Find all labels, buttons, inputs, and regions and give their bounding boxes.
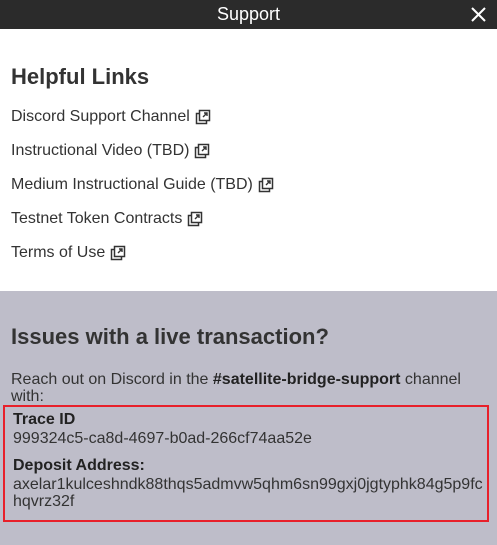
- link-label: Terms of Use: [11, 244, 106, 261]
- helpful-links-section: Helpful Links Discord Support Channel In…: [0, 29, 497, 291]
- support-dialog: Support Helpful Links Discord Support Ch…: [0, 0, 497, 545]
- trace-id-value: 999324c5-ca8d-4697-b0ad-266cf74aa52e: [13, 430, 312, 447]
- transaction-info-box: Trace ID 999324c5-ca8d-4697-b0ad-266cf74…: [3, 405, 489, 522]
- issues-section: Issues with a live transaction? Reach ou…: [0, 291, 497, 545]
- link-terms-of-use[interactable]: Terms of Use: [11, 242, 126, 264]
- close-icon[interactable]: [469, 5, 488, 24]
- discord-channel-name: #satellite-bridge-support: [212, 371, 401, 388]
- link-discord-support[interactable]: Discord Support Channel: [11, 106, 211, 128]
- titlebar: Support: [0, 0, 497, 29]
- external-link-icon: [188, 211, 203, 227]
- dialog-title: Support: [216, 4, 281, 24]
- link-instructional-video[interactable]: Instructional Video (TBD): [11, 140, 210, 162]
- link-label: Instructional Video (TBD): [11, 142, 190, 159]
- helpful-links-heading: Helpful Links: [11, 64, 150, 89]
- issues-heading: Issues with a live transaction?: [11, 324, 329, 349]
- external-link-icon: [195, 109, 211, 125]
- external-link-icon: [258, 177, 274, 193]
- link-label: Medium Instructional Guide (TBD): [11, 176, 253, 193]
- external-link-icon: [195, 143, 210, 159]
- link-label: Discord Support Channel: [11, 108, 190, 125]
- link-label: Testnet Token Contracts: [11, 210, 183, 227]
- reach-prefix: Reach out on Discord in the: [11, 371, 213, 388]
- reach-out-text: Reach out on Discord in the #satellite-b…: [11, 371, 481, 405]
- deposit-address-line-2: hqvrz32f: [13, 493, 75, 510]
- deposit-address-label: Deposit Address:: [13, 457, 145, 474]
- link-medium-guide[interactable]: Medium Instructional Guide (TBD): [11, 174, 274, 196]
- external-link-icon: [111, 245, 126, 261]
- link-testnet-token-contracts[interactable]: Testnet Token Contracts: [11, 208, 203, 230]
- deposit-address-line-1: axelar1kulceshndk88thqs5admvw5qhm6sn99gx…: [13, 476, 483, 493]
- trace-id-label: Trace ID: [13, 411, 76, 428]
